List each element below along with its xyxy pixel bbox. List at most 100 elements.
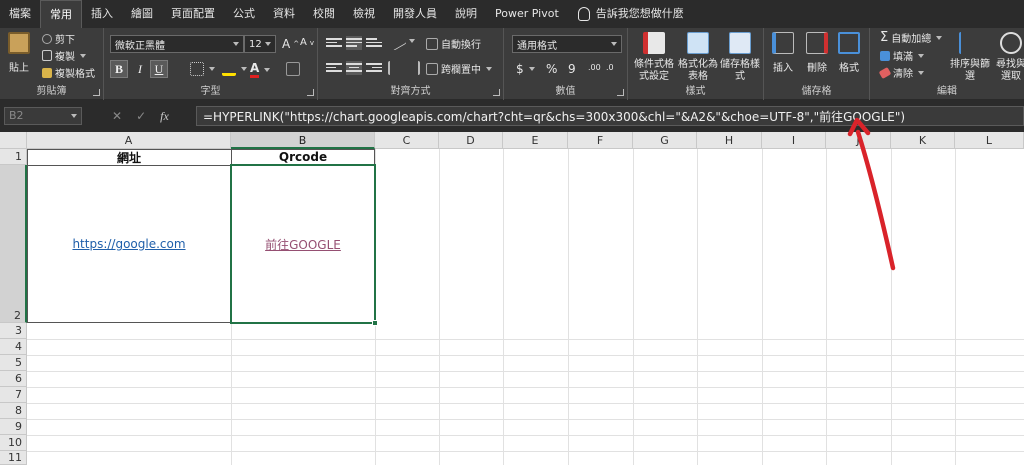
tell-me-box[interactable]: 告訴我您想做什麼 [568,0,693,28]
cancel-icon[interactable]: ✕ [112,109,122,123]
column-header-c[interactable]: C [375,132,439,149]
column-header-f[interactable]: F [568,132,633,149]
bold-button[interactable]: B [110,60,128,78]
tab-draw[interactable]: 繪圖 [122,0,162,28]
align-center-icon[interactable] [346,61,362,75]
increase-decimal-button[interactable]: .00 [588,63,601,72]
insert-function-button[interactable]: fx [160,109,169,124]
font-size-select[interactable]: 12 [244,35,276,53]
column-header-l[interactable]: L [955,132,1024,149]
row-header-5[interactable]: 5 [0,355,27,371]
row-header-3[interactable]: 3 [0,323,27,339]
tab-file[interactable]: 檔案 [0,0,40,28]
clipboard-launcher-icon[interactable] [93,89,100,96]
sort-filter-button[interactable]: 排序與篩選 [950,32,990,83]
row-header-7[interactable]: 7 [0,387,27,403]
column-header-b[interactable]: B [231,132,375,149]
tab-review[interactable]: 校閱 [304,0,344,28]
align-left-icon[interactable] [326,61,342,75]
insert-cells-button[interactable]: 插入 [772,32,794,74]
row-header-2[interactable]: 2 [0,165,27,323]
chevron-down-icon [241,67,247,71]
align-middle-icon[interactable] [346,36,362,50]
column-header-g[interactable]: G [633,132,697,149]
tab-data[interactable]: 資料 [264,0,304,28]
name-box[interactable]: B2 [4,107,82,125]
merge-center-button[interactable]: 跨欄置中 [426,61,492,76]
worksheet-grid[interactable]: A B C D E F G H I J K L 1 2 3 4 5 6 7 8 … [0,132,1024,465]
tab-developer[interactable]: 開發人員 [384,0,446,28]
increase-indent-button[interactable] [406,61,420,75]
decrease-indent-button[interactable] [388,61,402,75]
tab-page-layout[interactable]: 頁面配置 [162,0,224,28]
row-header-11[interactable]: 11 [0,451,27,465]
tab-power-pivot[interactable]: Power Pivot [486,0,568,28]
column-header-d[interactable]: D [439,132,503,149]
cell-b1[interactable]: Qrcode [231,149,375,165]
align-right-icon[interactable] [366,61,382,75]
cell-a2[interactable]: https://google.com [27,165,231,323]
currency-button[interactable]: $ [516,62,535,76]
row-header-8[interactable]: 8 [0,403,27,419]
row-header-9[interactable]: 9 [0,419,27,435]
copy-button[interactable]: 複製 [42,48,86,63]
tab-help[interactable]: 說明 [446,0,486,28]
italic-button[interactable]: I [131,60,149,78]
tab-formulas[interactable]: 公式 [224,0,264,28]
comma-button[interactable]: 9 [568,62,576,76]
grow-font-button[interactable]: A ^ [282,37,299,51]
cell-a1[interactable]: 網址 [27,149,231,165]
fill-handle[interactable] [372,320,378,326]
format-as-table-button[interactable]: 格式化為表格 [678,32,718,83]
underline-button[interactable]: U [150,60,168,78]
paste-button[interactable]: 貼上 [8,32,30,74]
orientation-button[interactable] [387,31,415,51]
number-format-select[interactable]: 通用格式 [512,35,622,53]
fill-down-icon [880,50,890,61]
decrease-decimal-button[interactable]: .0 [606,63,614,72]
align-top-icon[interactable] [326,36,342,50]
column-header-h[interactable]: H [697,132,762,149]
conditional-formatting-label: 條件式格式設定 [634,59,674,82]
fill-color-button[interactable] [222,62,247,76]
borders-button[interactable] [190,62,215,76]
row-header-6[interactable]: 6 [0,371,27,387]
shrink-font-button[interactable]: Av [300,37,314,48]
row-header-4[interactable]: 4 [0,339,27,355]
brush-icon [42,67,52,78]
clear-button[interactable]: 清除 [878,65,924,80]
url-link[interactable]: https://google.com [72,237,185,251]
cut-button[interactable]: 剪下 [42,31,75,46]
row-header-10[interactable]: 10 [0,435,27,451]
align-bottom-icon[interactable] [366,36,382,50]
format-cells-button[interactable]: 格式 [838,32,860,74]
wrap-text-button[interactable]: 自動換行 [426,36,481,51]
select-all-button[interactable] [0,132,27,149]
column-header-e[interactable]: E [503,132,568,149]
column-header-a[interactable]: A [27,132,231,149]
ribbon-tab-bar: 檔案 常用 插入 繪圖 頁面配置 公式 資料 校閱 檢視 開發人員 說明 Pow… [0,0,1024,28]
tab-view[interactable]: 檢視 [344,0,384,28]
enter-check-icon[interactable]: ✓ [136,109,146,123]
font-name-select[interactable]: 微軟正黑體 [110,35,244,53]
column-header-i[interactable]: I [762,132,826,149]
column-header-j[interactable]: J [826,132,891,149]
delete-cells-button[interactable]: 刪除 [806,32,828,74]
font-color-button[interactable]: A [250,61,271,78]
font-launcher-icon[interactable] [307,89,314,96]
number-launcher-icon[interactable] [617,89,624,96]
formula-input[interactable]: =HYPERLINK("https://chart.googleapis.com… [196,106,1024,126]
format-painter-button[interactable]: 複製格式 [42,65,95,80]
phonetic-button[interactable] [286,62,300,76]
tab-home[interactable]: 常用 [40,0,82,28]
autosum-button[interactable]: Σ 自動加總 [880,30,943,45]
tab-insert[interactable]: 插入 [82,0,122,28]
alignment-launcher-icon[interactable] [493,89,500,96]
fill-button[interactable]: 填滿 [880,48,924,63]
percent-button[interactable]: % [546,62,557,76]
row-header-1[interactable]: 1 [0,149,27,165]
find-select-button[interactable]: 尋找與選取 [996,32,1024,83]
column-header-k[interactable]: K [891,132,955,149]
conditional-formatting-button[interactable]: 條件式格式設定 [632,32,676,83]
cell-styles-button[interactable]: 儲存格樣式 [720,32,760,83]
